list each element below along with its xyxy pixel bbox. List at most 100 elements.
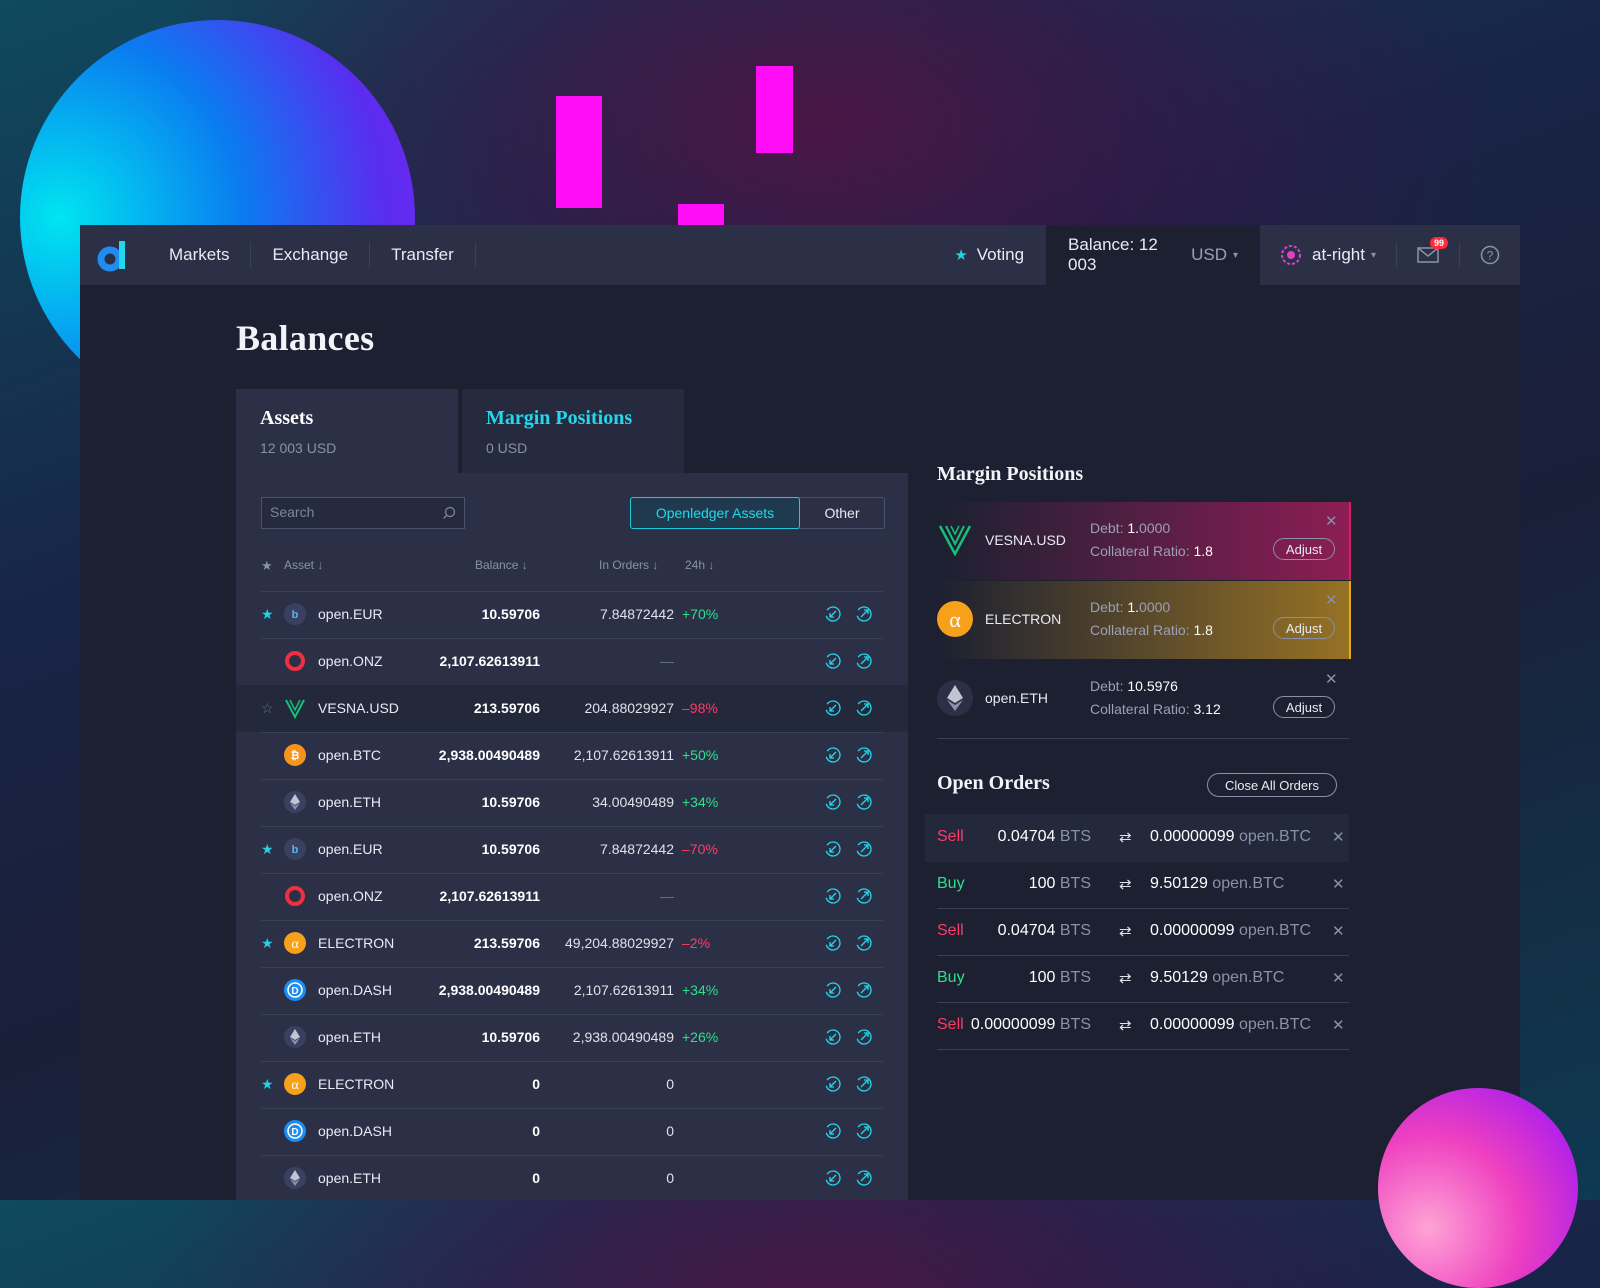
withdraw-icon[interactable] [855,793,873,814]
chevron-down-icon: ▾ [1233,249,1239,261]
table-row[interactable]: open.ONZ 2,107.62613911 — [261,638,883,685]
withdraw-icon[interactable] [855,746,873,767]
order-row[interactable]: Sell 0.04704 BTS ⇄ 0.00000099 open.BTC ✕ [925,814,1349,862]
filter-other[interactable]: Other [800,498,884,528]
withdraw-icon[interactable] [855,605,873,626]
column-balance[interactable]: Balance ↓ [475,558,528,572]
deposit-icon[interactable] [824,746,842,767]
withdraw-icon[interactable] [855,699,873,720]
tab-assets[interactable]: Assets 12 003 USD [236,389,458,473]
table-row[interactable]: open.ONZ 2,107.62613911 — [261,873,883,920]
order-row[interactable]: Buy 100 BTS ⇄ 9.50129 open.BTC ✕ [925,955,1349,1003]
balance-label: Balance: 12 003 [1068,235,1158,274]
asset-balance: 2,938.00490489 [438,982,540,998]
favorite-star-icon[interactable]: ★ [261,1076,274,1093]
deposit-icon[interactable] [824,981,842,1002]
deposit-icon[interactable] [824,1169,842,1190]
table-row[interactable]: ★ α ELECTRON 0 0 [261,1061,883,1108]
deposit-icon[interactable] [824,1028,842,1049]
nav-exchange[interactable]: Exchange [251,242,371,268]
order-total-unit: open.BTC [1238,828,1312,845]
deposit-icon[interactable] [824,699,842,720]
table-row[interactable]: ★ b open.EUR 10.59706 7.84872442 –70% [261,826,883,873]
deposit-icon[interactable] [824,652,842,673]
deposit-icon[interactable] [824,605,842,626]
withdraw-icon[interactable] [855,1075,873,1096]
asset-24h-change: –70% [682,841,718,857]
table-row[interactable]: ★ b open.EUR 10.59706 7.84872442 +70% [261,591,883,638]
cancel-order-icon[interactable]: ✕ [1332,1016,1345,1034]
table-row[interactable]: open.ETH 0 0 [261,1155,883,1202]
order-total: 9.50129 open.BTC [1150,969,1284,987]
account-avatar-icon [1281,245,1302,265]
table-row[interactable]: Dopen.DASH 2,938.00490489 2,107.62613911 +3… [261,967,883,1014]
order-row[interactable]: Sell 0.04704 BTS ⇄ 0.00000099 open.BTC ✕ [925,908,1349,956]
close-all-orders-button[interactable]: Close All Orders [1207,773,1337,797]
adjust-button[interactable]: Adjust [1273,538,1335,560]
favorite-star-icon[interactable]: ★ [261,935,274,952]
deposit-icon[interactable] [824,1122,842,1143]
favorite-star-icon[interactable]: ★ [261,841,274,858]
column-in-orders[interactable]: In Orders ↓ [599,558,658,572]
svg-text:D: D [291,986,298,997]
nav-voting[interactable]: ★ Voting [932,225,1046,285]
cancel-order-icon[interactable]: ✕ [1332,969,1345,987]
column-asset[interactable]: Asset ↓ [284,558,323,572]
mail-button[interactable]: 99 [1397,237,1460,268]
deposit-icon[interactable] [824,793,842,814]
deposit-icon[interactable] [824,887,842,908]
withdraw-icon[interactable] [855,934,873,955]
withdraw-icon[interactable] [855,1028,873,1049]
svg-text:D: D [291,1127,298,1138]
cancel-order-icon[interactable]: ✕ [1332,828,1345,846]
withdraw-icon[interactable] [855,887,873,908]
cancel-order-icon[interactable]: ✕ [1332,875,1345,893]
asset-24h-change: –98% [682,700,718,716]
filter-openledger-assets[interactable]: Openledger Assets [630,497,800,529]
withdraw-icon[interactable] [855,840,873,861]
swap-icon: ⇄ [1119,829,1132,846]
debt-value: 10.5976 [1127,678,1178,694]
table-row[interactable]: ₿ open.BTC 2,938.00490489 2,107.62613911 +50… [261,732,883,779]
order-row[interactable]: Buy 100 BTS ⇄ 9.50129 open.BTC ✕ [925,861,1349,909]
favorite-star-outline-icon[interactable]: ☆ [261,700,274,717]
order-row[interactable]: Sell 0.00000099 BTS ⇄ 0.00000099 open.BTC ✕ [925,1002,1349,1050]
order-amount-value: 0.00000099 [970,1016,1056,1033]
withdraw-icon[interactable] [855,1169,873,1190]
asset-balance: 10.59706 [481,841,540,857]
column-24h[interactable]: 24h ↓ [685,558,714,572]
table-row[interactable]: Dopen.DASH 0 0 [261,1108,883,1155]
adjust-button[interactable]: Adjust [1273,696,1335,718]
adjust-button[interactable]: Adjust [1273,617,1335,639]
withdraw-icon[interactable] [855,652,873,673]
help-button[interactable]: ? [1460,225,1520,285]
table-row[interactable]: ★ α ELECTRON 213.59706 49,204.88029927 –2% [261,920,883,967]
nav-markets[interactable]: Markets [148,242,252,268]
table-row[interactable]: open.ETH 10.59706 34.00490489 +34% [261,779,883,826]
openledger-logo[interactable] [80,225,148,285]
favorite-star-icon[interactable]: ★ [261,606,274,623]
account-dropdown[interactable]: at-right ▾ [1260,242,1397,268]
withdraw-icon[interactable] [855,1122,873,1143]
balance-dropdown[interactable]: Balance: 12 003 USD ▾ [1046,225,1261,285]
nav-transfer[interactable]: Transfer [370,242,476,268]
logo-icon [97,241,125,272]
asset-balance: 213.59706 [473,935,540,951]
search-icon[interactable] [442,506,456,520]
table-row[interactable]: ☆ VESNA.USD 213.59706 204.88029927 –98% [236,685,908,732]
withdraw-icon[interactable] [855,981,873,1002]
deposit-icon[interactable] [824,934,842,955]
close-icon[interactable]: ✕ [1325,591,1338,609]
deposit-icon[interactable] [824,840,842,861]
cancel-order-icon[interactable]: ✕ [1332,922,1345,940]
deposit-icon[interactable] [824,1075,842,1096]
asset-name: ELECTRON [318,935,395,951]
order-amount: 100 BTS [1029,969,1091,987]
close-icon[interactable]: ✕ [1325,512,1338,530]
debt-label: Debt: [1090,678,1124,694]
close-icon[interactable]: ✕ [1325,670,1338,688]
tab-margin-positions[interactable]: Margin Positions 0 USD [462,389,684,473]
decorative-bar [678,204,724,225]
table-row[interactable]: open.ETH 10.59706 2,938.00490489 +26% [261,1014,883,1061]
search-input[interactable] [262,498,438,526]
